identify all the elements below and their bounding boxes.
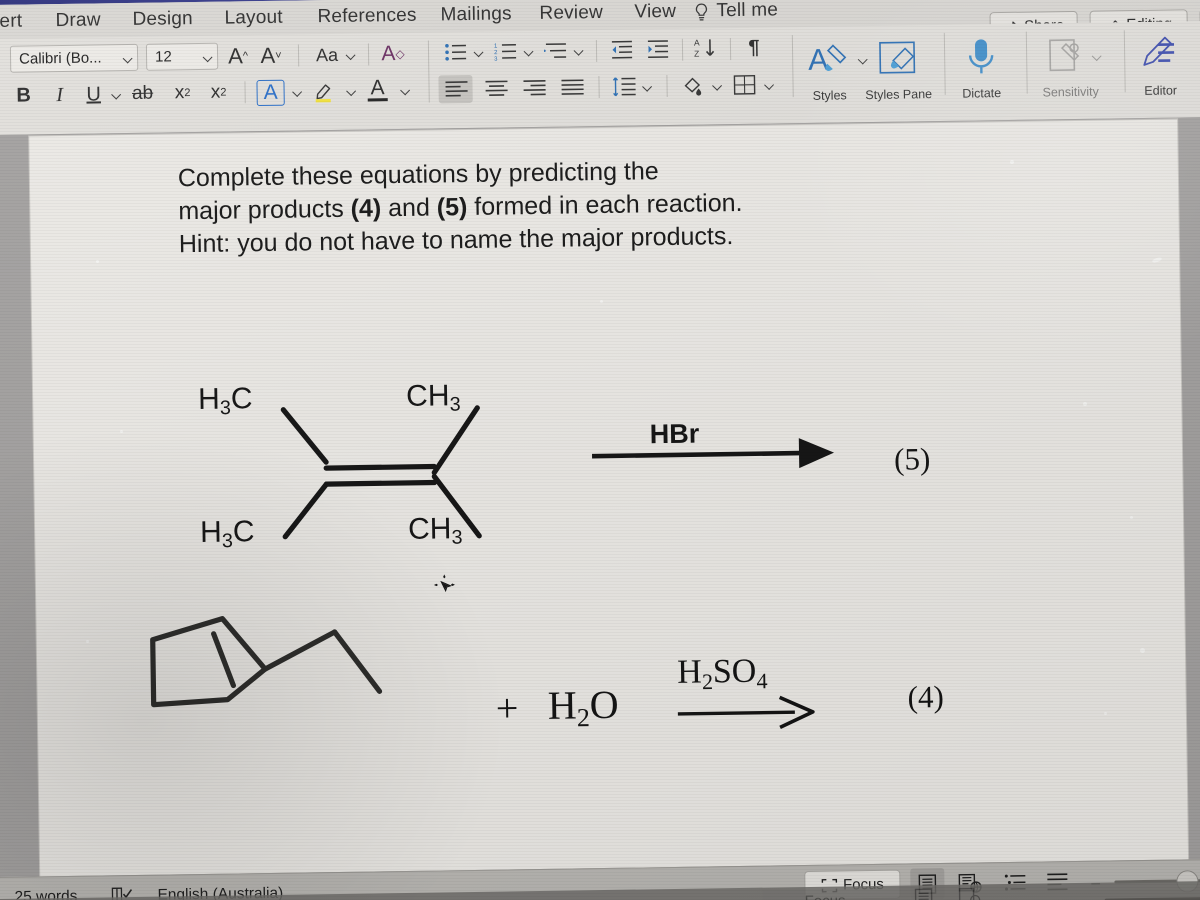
shading-button[interactable]	[678, 72, 706, 98]
bold-button[interactable]: B	[12, 83, 34, 107]
reagent-sulfuric-acid: H2SO4	[676, 652, 768, 695]
chevron-down-icon[interactable]	[112, 89, 122, 99]
document-page[interactable]: Complete these equations by predicting t…	[29, 119, 1189, 877]
ghost-web-layout-icon	[956, 886, 982, 900]
svg-text:A: A	[808, 44, 829, 77]
styles-icon[interactable]: A	[806, 38, 855, 83]
ghost-print-layout-icon	[910, 887, 936, 900]
increase-indent-button[interactable]	[644, 37, 672, 61]
styles-label: Styles	[812, 88, 847, 103]
coreactant-water: H2O	[547, 681, 619, 733]
chevron-down-icon[interactable]	[858, 54, 868, 64]
chevron-down-icon[interactable]	[474, 47, 484, 57]
tell-me-label[interactable]: Tell me	[716, 0, 778, 22]
chevron-down-icon[interactable]	[524, 46, 534, 56]
tab-view[interactable]: View	[634, 1, 676, 24]
svg-text:2: 2	[494, 50, 498, 56]
styles-pane-icon[interactable]	[874, 37, 923, 82]
sensitivity-icon[interactable]	[1042, 33, 1089, 80]
svg-text:3: 3	[494, 57, 498, 62]
italic-button[interactable]: I	[48, 83, 70, 107]
editor-label: Editor	[1144, 83, 1178, 98]
underline-button[interactable]: U	[82, 82, 104, 106]
svg-text:1: 1	[494, 44, 498, 50]
tab-mailings[interactable]: Mailings	[440, 3, 512, 26]
decrease-indent-button[interactable]	[608, 37, 636, 61]
bullets-button[interactable]	[442, 40, 470, 64]
clear-formatting-button[interactable]: A ◇	[378, 41, 408, 67]
editor-icon[interactable]	[1136, 31, 1183, 78]
svg-text:Z: Z	[694, 49, 699, 59]
text-highlight-button[interactable]	[310, 77, 336, 105]
justify-button[interactable]	[558, 76, 586, 98]
borders-button[interactable]	[730, 72, 758, 98]
grow-font-button[interactable]: A ^	[225, 43, 251, 69]
align-right-button[interactable]	[520, 77, 548, 99]
numbering-button[interactable]: 123	[492, 39, 520, 63]
align-center-button[interactable]	[482, 77, 510, 99]
subscript-button[interactable]: x2	[168, 81, 196, 105]
lightbulb-icon	[691, 0, 711, 24]
change-case-button[interactable]: Aa	[310, 44, 344, 67]
document-canvas: Complete these equations by predicting t…	[0, 116, 1200, 878]
line-spacing-button[interactable]	[610, 73, 638, 99]
chevron-down-icon[interactable]	[347, 86, 357, 96]
dictate-label: Dictate	[962, 86, 1002, 101]
superscript-button[interactable]: x2	[204, 80, 232, 104]
font-size-value: 12	[154, 48, 172, 66]
chevron-down-icon[interactable]	[1092, 51, 1102, 61]
chevron-down-icon[interactable]	[346, 50, 356, 60]
plus-sign: +	[495, 685, 519, 731]
sort-button[interactable]: AZ	[692, 34, 720, 62]
chevron-down-icon[interactable]	[642, 81, 652, 91]
tab-design[interactable]: Design	[132, 8, 193, 31]
styles-pane-label: Styles Pane	[865, 87, 933, 103]
font-name-value: Calibri (Bo...	[18, 49, 102, 68]
reaction-2-structure	[150, 616, 815, 730]
chevron-down-icon	[203, 51, 213, 61]
show-formatting-button[interactable]: ¶	[742, 36, 766, 60]
chevron-down-icon[interactable]	[401, 85, 411, 95]
chevron-down-icon[interactable]	[712, 80, 722, 90]
chevron-down-icon	[123, 52, 133, 62]
tab-review[interactable]: Review	[539, 2, 603, 25]
font-color-button[interactable]: A	[364, 76, 390, 104]
product-label-4: (4)	[907, 678, 945, 715]
word-window: Insert Draw Design Layout References Mai…	[0, 0, 1200, 900]
font-size-combo[interactable]: 12	[145, 42, 219, 71]
chevron-down-icon[interactable]	[764, 79, 774, 89]
tab-draw[interactable]: Draw	[55, 9, 100, 32]
text-effects-button[interactable]: A	[256, 79, 285, 107]
tab-insert[interactable]: Insert	[0, 11, 22, 34]
tab-references[interactable]: References	[317, 5, 416, 28]
chevron-down-icon[interactable]	[293, 86, 303, 96]
tab-layout[interactable]: Layout	[224, 7, 283, 30]
align-left-button[interactable]	[442, 78, 470, 100]
chevron-down-icon[interactable]	[574, 45, 584, 55]
sensitivity-label: Sensitivity	[1042, 84, 1099, 100]
ghost-focus-label: Focus	[805, 892, 846, 900]
font-name-combo[interactable]: Calibri (Bo...	[9, 43, 139, 73]
multilevel-list-button[interactable]	[542, 38, 570, 62]
shrink-font-button[interactable]: A ˅	[258, 43, 284, 69]
svg-text:A: A	[694, 38, 700, 48]
strikethrough-button[interactable]: ab	[128, 82, 156, 106]
microphone-icon[interactable]	[960, 34, 1003, 81]
